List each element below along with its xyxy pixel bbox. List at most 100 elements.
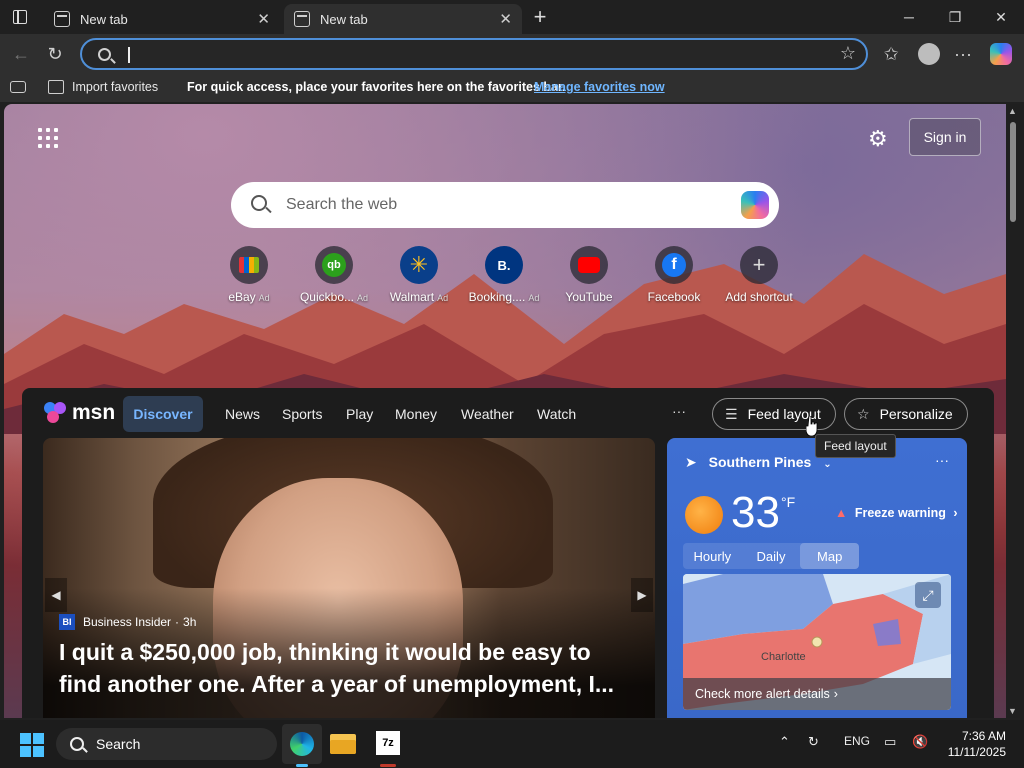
tab-map[interactable]: Map [800,543,860,569]
weather-location[interactable]: ➤ Southern Pines ⌄ [685,454,832,471]
taskbar-search[interactable]: Search [56,728,277,760]
edge-taskbar-icon[interactable] [282,724,322,764]
feed-more-button[interactable]: ··· [672,403,686,419]
page-scrollbar[interactable]: ▲ ▼ [1006,104,1020,718]
tab-discover[interactable]: Discover [123,396,203,432]
tab-news[interactable]: News [225,406,260,422]
address-input[interactable] [132,45,812,65]
app-attention-indicator [380,764,396,767]
tab-hourly[interactable]: Hourly [683,543,742,569]
hero-news-card[interactable]: ◀ ▶ BI Business Insider · 3h I quit a $2… [43,438,655,718]
back-button[interactable]: ← [6,40,36,68]
plus-icon: + [740,246,778,284]
import-favorites-button[interactable]: Import favorites [72,80,158,94]
tab-play[interactable]: Play [346,406,373,422]
tab-2[interactable]: New tab ✕ [284,4,522,34]
tab-title: New tab [80,11,128,27]
msn-butterfly-icon [44,402,68,424]
scrollbar-thumb[interactable] [1010,122,1016,222]
scroll-down-icon[interactable]: ▼ [1008,706,1017,716]
personalize-button[interactable]: ☆ Personalize [844,398,968,430]
add-favorite-star-icon[interactable]: ☆ [840,43,856,64]
article-source: BI Business Insider · 3h [59,614,196,630]
gear-icon[interactable]: ⚙ [868,126,888,152]
map-city-label: Charlotte [761,651,806,663]
system-clock[interactable]: 7:36 AM 11/11/2025 [942,728,1006,760]
search-icon [70,737,84,751]
address-bar[interactable]: ☆ [80,38,868,70]
shortcut-label: Facebook [647,290,701,304]
restore-button[interactable]: ❐ [932,0,978,34]
carousel-prev-button[interactable]: ◀ [45,578,67,612]
favorites-hint: For quick access, place your favorites h… [187,80,566,94]
new-tab-button[interactable]: + [522,0,558,34]
tab-actions-icon[interactable] [0,0,40,34]
shortcut-walmart[interactable]: ✳ Walmart Ad [380,246,458,304]
windows-start-icon[interactable] [20,733,44,757]
language-indicator[interactable]: ENG [844,734,870,748]
close-icon[interactable]: ✕ [257,10,270,28]
alert-label: Freeze warning [854,506,946,520]
expand-icon[interactable]: ⤢ [915,582,941,608]
shortcut-ebay[interactable]: eBay Ad [210,246,288,304]
weather-card[interactable]: ➤ Southern Pines ⌄ ··· 33 °F ▲ Freeze wa… [667,438,967,718]
weather-tabs: Hourly Daily Map [683,543,860,569]
tab-1[interactable]: New tab ✕ [44,4,280,34]
profile-avatar[interactable] [914,40,944,68]
file-explorer-icon[interactable] [328,730,358,756]
sign-in-button[interactable]: Sign in [909,118,981,156]
ebay-icon [230,246,268,284]
map-footer-label: Check more alert details [695,687,830,701]
new-tab-page: ⚙ Sign in Search the web eBay Ad qb Quick… [4,104,1006,718]
copilot-icon[interactable] [741,191,769,219]
tab-watch[interactable]: Watch [537,406,576,422]
shortcut-label: Walmart [389,290,435,304]
search-placeholder: Search the web [286,196,398,213]
volume-muted-icon[interactable]: 🔇 [912,734,928,750]
msn-logo[interactable]: msn [44,401,115,425]
more-menu-icon[interactable]: ··· [948,40,978,68]
tab-money[interactable]: Money [395,406,437,422]
tab-sports[interactable]: Sports [282,406,322,422]
apps-launcher-icon[interactable] [38,128,58,148]
sync-icon[interactable]: ↻ [808,734,819,750]
shortcut-booking[interactable]: B. Booking.... Ad [465,246,543,304]
favorites-icon[interactable]: ✩ [876,40,906,68]
check-alert-details-link[interactable]: Check more alert details › [683,678,951,710]
close-window-button[interactable]: ✕ [978,0,1024,34]
copilot-icon[interactable] [986,40,1016,68]
tab-daily[interactable]: Daily [742,543,801,569]
tab-title: New tab [320,11,368,27]
weather-more-button[interactable]: ··· [935,452,949,468]
sparkle-star-icon: ☆ [857,405,870,422]
web-search-box[interactable]: Search the web [231,182,779,228]
import-icon [48,80,64,94]
location-arrow-icon: ➤ [685,454,697,470]
article-headline[interactable]: I quit a $250,000 job, thinking it would… [59,636,639,700]
7zip-icon[interactable]: 7z [376,731,400,755]
manage-favorites-link[interactable]: Manage favorites now [534,80,665,94]
tab-weather[interactable]: Weather [461,406,514,422]
article-age: 3h [183,615,197,629]
shortcut-facebook[interactable]: f Facebook [635,246,713,304]
sidebar-toggle-icon[interactable] [10,81,26,93]
refresh-button[interactable]: ↻ [40,40,70,68]
carousel-next-button[interactable]: ▶ [631,578,653,612]
hand-cursor-icon [806,416,818,436]
search-icon [98,48,111,61]
minimize-button[interactable]: ─ [886,0,932,34]
active-app-indicator [296,764,308,767]
display-icon[interactable]: ▭ [884,734,896,750]
weather-alert[interactable]: ▲ Freeze warning › [835,506,958,520]
chevron-right-icon: › [833,687,838,701]
quickbooks-icon: qb [315,246,353,284]
tab-strip: New tab ✕ New tab ✕ + ─ ❐ ✕ [0,0,1024,34]
scroll-up-icon[interactable]: ▲ [1008,106,1017,116]
chevron-up-icon[interactable]: ⌃ [779,734,790,750]
close-icon[interactable]: ✕ [499,10,512,28]
text-caret [128,47,130,63]
weather-map[interactable]: Charlotte ⤢ Check more alert details › [683,574,951,710]
shortcut-quickbooks[interactable]: qb Quickbo... Ad [295,246,373,304]
shortcut-add[interactable]: + Add shortcut [720,246,798,304]
shortcut-youtube[interactable]: YouTube [550,246,628,304]
